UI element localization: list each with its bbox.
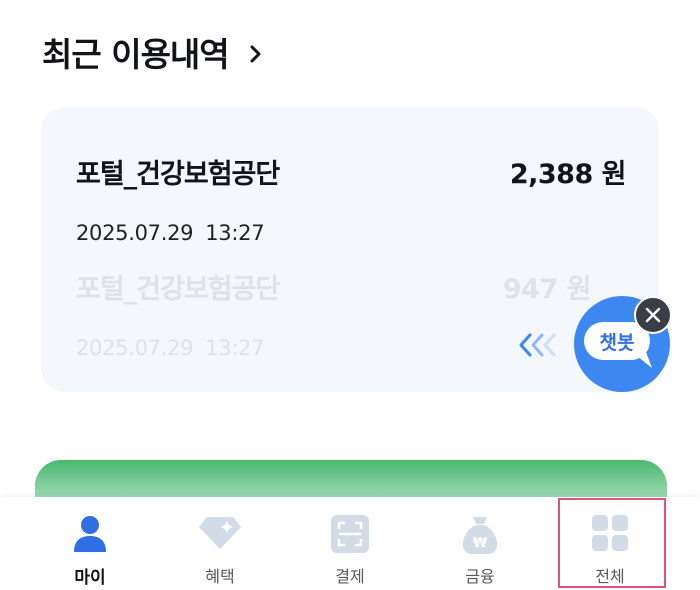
- money-bag-icon: ₩: [463, 517, 497, 554]
- transaction-item[interactable]: 포털_건강보험공단 2,388 원 2025.07.29 13:27: [76, 152, 627, 245]
- tab-label: 금융: [465, 567, 495, 586]
- recent-history-header[interactable]: 최근 이용내역: [42, 28, 265, 76]
- transactions-card: 포털_건강보험공단 2,388 원 2025.07.29 13:27 포털_건강보…: [41, 107, 659, 392]
- transaction-time: 13:27: [205, 221, 265, 245]
- chevron-right-icon: [250, 45, 261, 63]
- tab-my[interactable]: 마이: [40, 497, 140, 590]
- scan-icon: [331, 515, 369, 553]
- chatbot-close-button[interactable]: [634, 296, 672, 334]
- tab-label: 혜택: [205, 567, 235, 586]
- transaction-name: 포털_건강보험공단: [76, 159, 280, 190]
- section-title: 최근 이용내역: [42, 35, 230, 74]
- scroll-fade: [0, 440, 700, 500]
- svg-text:₩: ₩: [473, 536, 488, 551]
- transaction-datetime: 2025.07.29 13:27: [76, 221, 626, 245]
- tab-payment[interactable]: 결제: [300, 497, 400, 590]
- transaction-amount: 947 원: [502, 274, 592, 305]
- chevrons-left-icon: [519, 333, 556, 357]
- transaction-name: 포털_건강보험공단: [76, 274, 280, 305]
- transaction-date: 2025.07.29: [76, 336, 194, 360]
- transaction-amount: 2,388 원: [509, 159, 627, 190]
- close-icon: [645, 307, 661, 323]
- tab-finance[interactable]: ₩ 금융: [430, 497, 530, 590]
- tab-benefits[interactable]: 혜택: [170, 497, 270, 590]
- transaction-time: 13:27: [205, 336, 265, 360]
- transaction-date: 2025.07.29: [76, 221, 194, 245]
- chatbot-label: 챗봇: [599, 331, 635, 354]
- person-icon: [74, 516, 106, 552]
- tab-all-highlight: [558, 498, 666, 588]
- tab-label: 결제: [335, 567, 365, 586]
- diamond-icon: [199, 517, 241, 549]
- bubble-tail-icon: [632, 352, 652, 368]
- tab-label: 마이: [74, 568, 106, 588]
